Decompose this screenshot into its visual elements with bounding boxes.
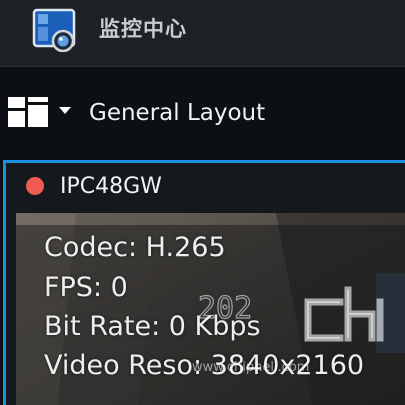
fps-info: FPS: 0 (44, 272, 128, 303)
layout-toolbar: General Layout (0, 68, 405, 158)
app-title: 监控中心 (99, 17, 187, 41)
layout-grid-icon (8, 97, 48, 127)
recording-status-dot (26, 177, 44, 195)
stream-info-overlay: Codec: H.265 FPS: 0 Bit Rate: 0 Kbps Vid… (16, 225, 405, 405)
video-feed[interactable]: Codec: H.265 FPS: 0 Bit Rate: 0 Kbps Vid… (16, 213, 405, 405)
caret-down-icon (59, 107, 71, 114)
codec-info: Codec: H.265 (44, 232, 226, 263)
layout-name: General Layout (89, 100, 266, 126)
bitrate-info: Bit Rate: 0 Kbps (44, 311, 261, 342)
camera-name: IPC48GW (60, 174, 162, 199)
layout-switcher-button[interactable] (8, 95, 74, 131)
watermark-url: www.chiphell.com (192, 360, 310, 375)
camera-tile-header: IPC48GW (6, 163, 405, 210)
surveillance-camera-icon (32, 8, 76, 52)
app-header: 监控中心 (0, 0, 405, 67)
surveillance-app: 监控中心 General Layout IPC48GW Codec: H.265… (0, 0, 405, 405)
